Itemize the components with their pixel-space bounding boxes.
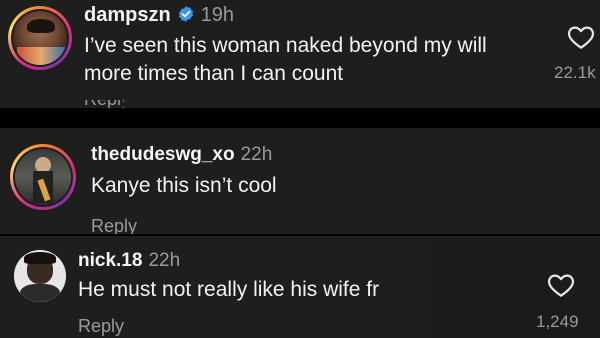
comment-username[interactable]: nick.18 22h [78,250,180,272]
comment-item: thedudeswg_xo 22h Kanye this isn’t cool R… [0,128,600,234]
reply-button[interactable]: Reply [78,316,124,337]
comment-text-line: He must not really like his wife fr [78,278,380,301]
comment-text: Kanye this isn’t cool [91,172,277,200]
like-count: 1,249 [536,312,579,331]
comment-time: 22h [148,250,181,271]
comment-username[interactable]: dampszn 19h [84,4,234,27]
avatar[interactable] [10,144,76,210]
comment-text-line: I’ve seen this woman naked beyond my wil… [84,34,487,57]
comment-text: I’ve seen this woman naked beyond my wil… [84,32,487,88]
comment-actions: 1,249 [432,236,600,338]
comment-text-line: more times than I can count [84,62,344,85]
comment-text-line: Kanye this isn’t cool [91,174,277,197]
comment-time: 22h [240,144,273,165]
comment-text: He must not really like his wife fr [78,276,379,304]
comment-item: dampszn 19h I’ve seen this woman naked be… [0,0,600,108]
avatar[interactable] [8,6,72,70]
avatar[interactable] [14,250,66,302]
comment-username[interactable]: thedudeswg_xo 22h [91,144,272,166]
like-count: 22.1k [554,63,596,82]
comment-time: 19h [200,4,235,26]
reply-button[interactable]: Reply [91,216,137,234]
verified-badge-icon [178,6,193,22]
heart-icon[interactable] [566,22,596,52]
heart-icon[interactable] [546,270,576,300]
reply-button-clipped[interactable]: Reply [84,100,124,108]
comment-item: nick.18 22h He must not really like his w… [0,236,432,338]
